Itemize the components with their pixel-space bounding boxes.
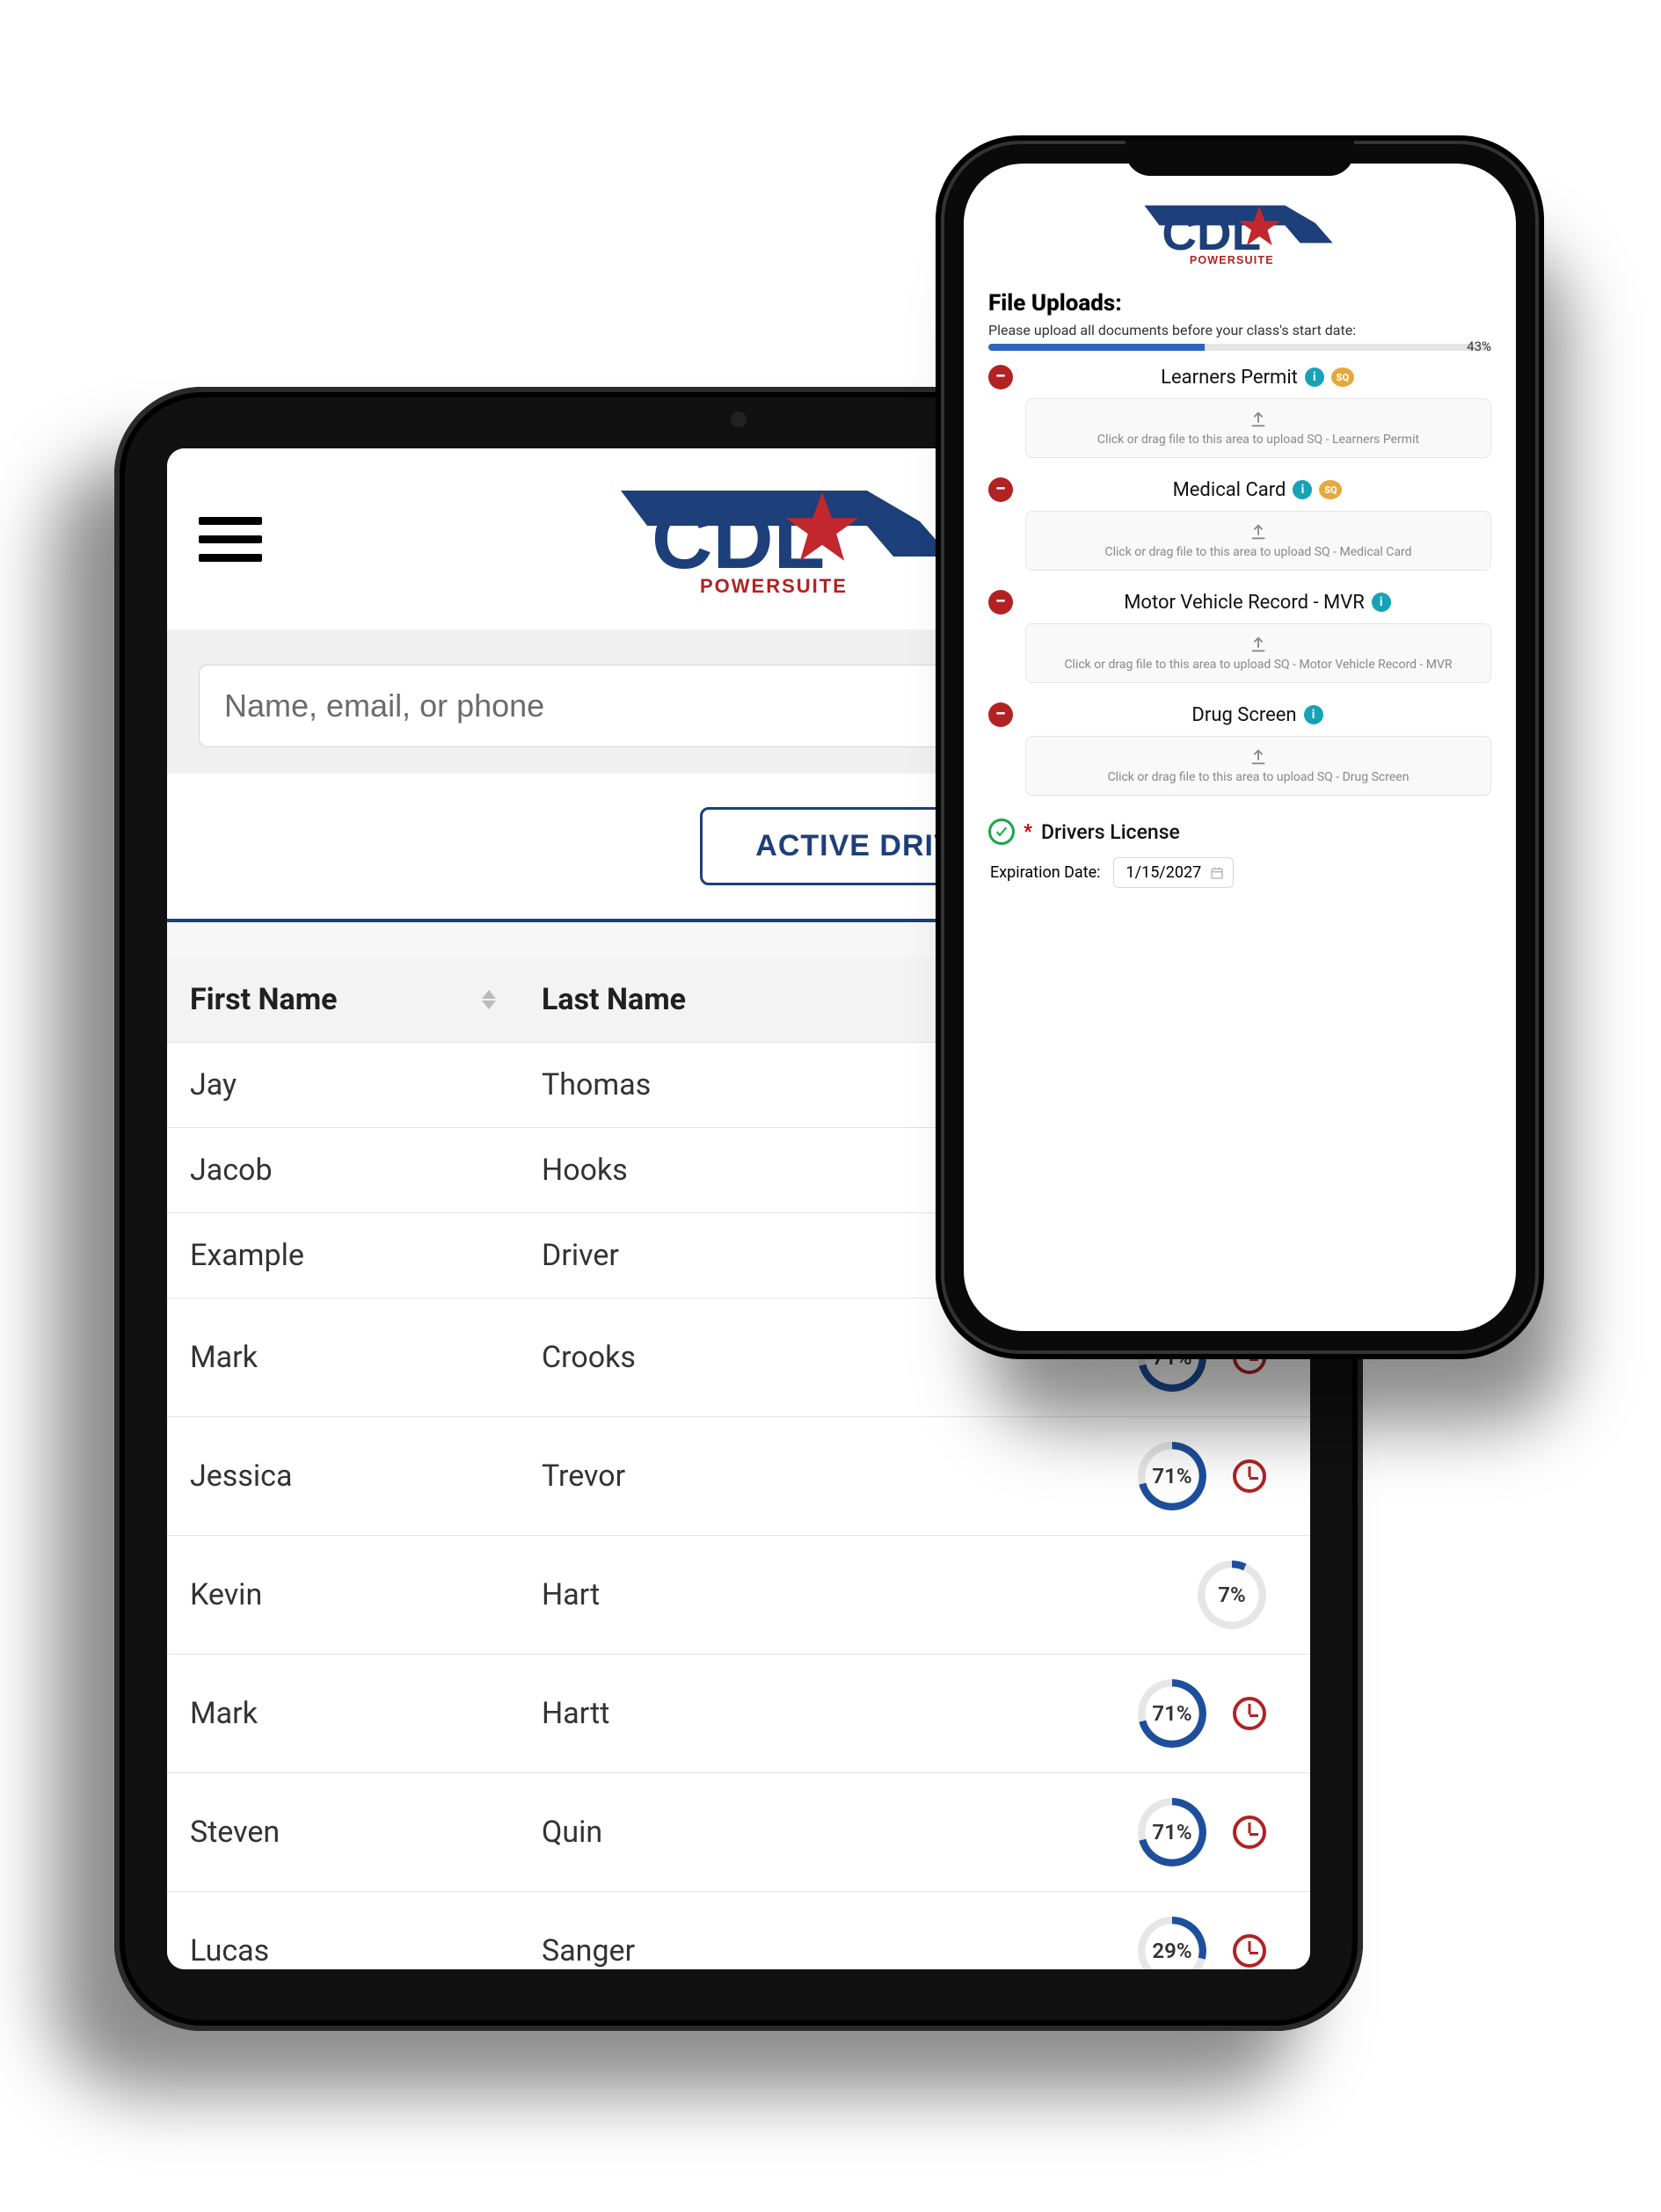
upload-icon [1249, 635, 1268, 654]
clock-icon [1233, 1815, 1266, 1849]
clock-icon [1233, 1459, 1266, 1493]
progress-ring: 7% [1198, 1561, 1266, 1629]
upload-item-label: Learners Permit i SQ [1024, 367, 1491, 389]
cell-first-name: Steven [167, 1773, 519, 1891]
table-row[interactable]: KevinHart 7% [167, 1536, 1310, 1655]
upload-item: − Drug Screen i Click or drag file to th… [988, 702, 1491, 796]
required-marker: * [1024, 821, 1032, 843]
upload-icon [1249, 522, 1268, 542]
file-uploads-title: File Uploads: [988, 290, 1491, 317]
cell-first-name: Mark [167, 1299, 519, 1416]
col-first-name-label: First Name [190, 982, 338, 1017]
progress-ring: 71% [1138, 1798, 1206, 1866]
drivers-license-row: * Drivers License [988, 819, 1491, 845]
expiration-label: Expiration Date: [990, 863, 1101, 882]
cell-last-name: Quin [519, 1773, 906, 1891]
cell-last-name: Sanger [519, 1892, 906, 1969]
svg-text:POWERSUITE: POWERSUITE [700, 575, 848, 597]
table-row[interactable]: StevenQuin 71% [167, 1773, 1310, 1892]
cell-last-name: Hooks [519, 1128, 906, 1212]
svg-text:POWERSUITE: POWERSUITE [1190, 254, 1274, 266]
upload-item: − Motor Vehicle Record - MVR i Click or … [988, 590, 1491, 683]
clock-icon [1233, 1934, 1266, 1968]
cell-progress: 71% [906, 1655, 1310, 1772]
cell-first-name: Jay [167, 1043, 519, 1127]
info-icon[interactable]: i [1305, 367, 1324, 387]
check-circle-icon [988, 819, 1015, 845]
minus-circle-icon[interactable]: − [988, 477, 1013, 502]
info-icon[interactable]: i [1372, 593, 1391, 612]
cell-progress: 71% [906, 1417, 1310, 1535]
upload-dropzone[interactable]: Click or drag file to this area to uploa… [1025, 736, 1491, 796]
cell-first-name: Lucas [167, 1892, 519, 1969]
upload-item-label: Drug Screen i [1024, 704, 1491, 726]
upload-item: − Medical Card i SQ Click or drag file t… [988, 477, 1491, 571]
minus-circle-icon[interactable]: − [988, 365, 1013, 389]
sq-badge: SQ [1319, 480, 1342, 499]
menu-icon[interactable] [199, 517, 262, 562]
file-uploads-instruction: Please upload all documents before your … [988, 322, 1491, 338]
cell-last-name: Trevor [519, 1417, 906, 1535]
phone-device: CDL POWERSUITE File Uploads: Please uplo… [941, 141, 1539, 1354]
table-row[interactable]: LucasSanger 29% [167, 1892, 1310, 1969]
cell-first-name: Example [167, 1213, 519, 1298]
clock-icon [1233, 1697, 1266, 1730]
cell-first-name: Jacob [167, 1128, 519, 1212]
svg-text:CDL: CDL [1162, 206, 1261, 260]
cell-progress: 7% [906, 1536, 1310, 1654]
brand-logo: CDL POWERSUITE [988, 193, 1491, 273]
upload-dropzone[interactable]: Click or drag file to this area to uploa… [1025, 398, 1491, 458]
expiration-date-field[interactable]: 1/15/2027 [1113, 857, 1235, 888]
progress-ring: 71% [1138, 1679, 1206, 1748]
cell-first-name: Mark [167, 1655, 519, 1772]
tablet-camera [731, 411, 747, 427]
upload-icon [1249, 410, 1268, 429]
phone-notch [1126, 141, 1354, 176]
col-last-name-label: Last Name [542, 982, 686, 1017]
table-row[interactable]: JessicaTrevor 71% [167, 1417, 1310, 1536]
minus-circle-icon[interactable]: − [988, 702, 1013, 727]
info-icon[interactable]: i [1293, 480, 1312, 499]
cell-last-name: Crooks [519, 1299, 906, 1416]
info-icon[interactable]: i [1304, 705, 1323, 724]
upload-item-label: Motor Vehicle Record - MVR i [1024, 592, 1491, 614]
minus-circle-icon[interactable]: − [988, 590, 1013, 615]
sort-icon [482, 990, 496, 1009]
upload-dropzone[interactable]: Click or drag file to this area to uploa… [1025, 623, 1491, 683]
cell-first-name: Kevin [167, 1536, 519, 1654]
cell-last-name: Driver [519, 1213, 906, 1298]
expiration-row: Expiration Date: 1/15/2027 [988, 857, 1491, 888]
upload-progress-percent: 43% [1467, 338, 1491, 354]
phone-screen: CDL POWERSUITE File Uploads: Please uplo… [964, 164, 1516, 1331]
table-row[interactable]: MarkHartt 71% [167, 1655, 1310, 1773]
cell-progress: 71% [906, 1773, 1310, 1891]
upload-item: − Learners Permit i SQ Click or drag fil… [988, 365, 1491, 458]
upload-dropzone[interactable]: Click or drag file to this area to uploa… [1025, 511, 1491, 571]
col-first-name[interactable]: First Name [167, 957, 519, 1042]
col-last-name[interactable]: Last Name [519, 957, 906, 1042]
cell-last-name: Hart [519, 1536, 906, 1654]
cell-last-name: Hartt [519, 1655, 906, 1772]
progress-ring: 29% [1138, 1917, 1206, 1969]
sq-badge: SQ [1331, 367, 1354, 387]
upload-progress: 43% [988, 344, 1491, 351]
progress-ring: 71% [1138, 1442, 1206, 1510]
calendar-icon [1210, 866, 1224, 880]
cell-progress: 29% [906, 1892, 1310, 1969]
expiration-date-value: 1/15/2027 [1126, 863, 1202, 882]
upload-item-label: Medical Card i SQ [1024, 479, 1491, 501]
svg-text:CDL: CDL [652, 492, 825, 586]
cell-last-name: Thomas [519, 1043, 906, 1127]
upload-icon [1249, 747, 1268, 767]
drivers-license-label: Drivers License [1041, 820, 1180, 844]
cell-first-name: Jessica [167, 1417, 519, 1535]
